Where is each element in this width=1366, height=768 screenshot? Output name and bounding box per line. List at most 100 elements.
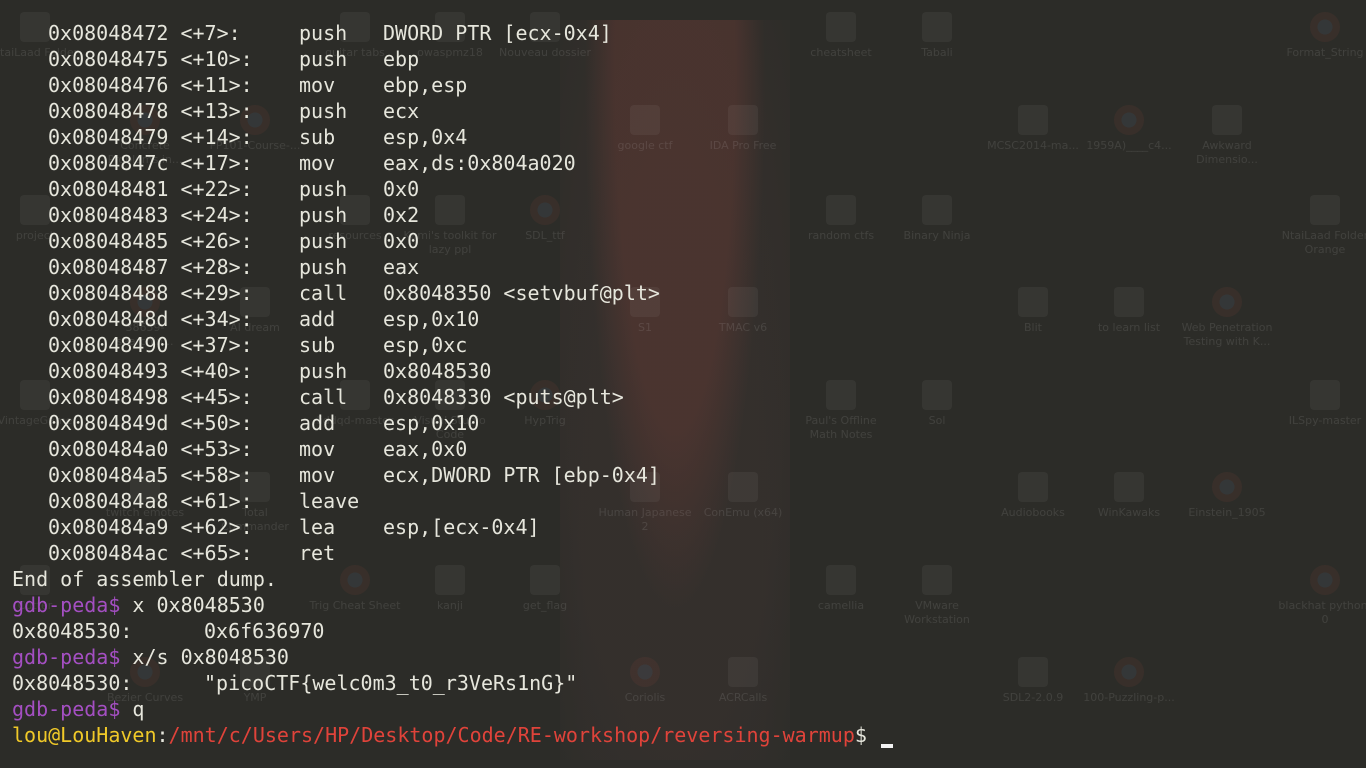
- asm-mnemonic: push: [299, 229, 348, 253]
- asm-operands: 0x0: [383, 229, 420, 253]
- asm-mnemonic: push: [299, 47, 348, 71]
- asm-operands: esp,[ecx-0x4]: [383, 515, 540, 539]
- gdb-prompt: gdb-peda$: [12, 697, 121, 721]
- asm-operands: eax,0x0: [383, 437, 468, 461]
- asm-address: 0x08048476 <+11>:: [48, 73, 253, 97]
- asm-operands: esp,0x4: [383, 125, 468, 149]
- asm-address: 0x080484a9 <+62>:: [48, 515, 253, 539]
- asm-mnemonic: leave: [299, 489, 360, 513]
- asm-mnemonic: call: [299, 385, 348, 409]
- asm-operands: ecx,DWORD PTR [ebp-0x4]: [383, 463, 660, 487]
- asm-operands: eax,ds:0x804a020: [383, 151, 576, 175]
- asm-address: 0x08048488 <+29>:: [48, 281, 253, 305]
- asm-line: 0x08048476 <+11>: mov ebp,esp: [0, 72, 1366, 98]
- shell-user-host: lou@LouHaven: [12, 723, 157, 747]
- asm-operands: ecx: [383, 99, 420, 123]
- asm-mnemonic: add: [299, 411, 336, 435]
- asm-line: 0x08048479 <+14>: sub esp,0x4: [0, 124, 1366, 150]
- asm-line: 0x080484a0 <+53>: mov eax,0x0: [0, 436, 1366, 462]
- gdb-command: q: [132, 697, 145, 721]
- asm-line: 0x08048472 <+7>: push DWORD PTR [ecx-0x4]: [0, 20, 1366, 46]
- asm-operands: eax: [383, 255, 420, 279]
- asm-line: 0x08048490 <+37>: sub esp,0xc: [0, 332, 1366, 358]
- terminal-window[interactable]: guitar tabs cheatsheet Format_String owaspm…: [0, 0, 1366, 768]
- asm-address: 0x080484a8 <+61>:: [48, 489, 253, 513]
- asm-address: 0x08048487 <+28>:: [48, 255, 253, 279]
- asm-address: 0x080484a0 <+53>:: [48, 437, 253, 461]
- asm-address: 0x080484a5 <+58>:: [48, 463, 253, 487]
- gdb-command-line: gdb-peda$ x/s 0x8048530: [0, 644, 1366, 670]
- asm-line: 0x0804847c <+17>: mov eax,ds:0x804a020: [0, 150, 1366, 176]
- shell-current-path: /mnt/c/Users/HP/Desktop/Code/RE-workshop…: [168, 723, 855, 747]
- asm-address: 0x08048493 <+40>:: [48, 359, 253, 383]
- gdb-command-line: gdb-peda$ x 0x8048530: [0, 592, 1366, 618]
- memory-output-line: 0x8048530: 0x6f636970: [0, 618, 1366, 644]
- asm-line: 0x08048493 <+40>: push 0x8048530: [0, 358, 1366, 384]
- asm-address: 0x08048472 <+7>:: [48, 21, 241, 45]
- asm-line: 0x08048498 <+45>: call 0x8048330 <puts@plt…: [0, 384, 1366, 410]
- text-cursor[interactable]: [880, 744, 893, 748]
- shell-prompt-line[interactable]: lou@LouHaven:/mnt/c/Users/HP/Desktop/Cod…: [0, 722, 1366, 748]
- asm-line: 0x080484a9 <+62>: lea esp,[ecx-0x4]: [0, 514, 1366, 540]
- terminal-output: 0x08048472 <+7>: push DWORD PTR [ecx-0x4] 0…: [0, 20, 1366, 748]
- asm-mnemonic: sub: [299, 333, 336, 357]
- shell-separator: :: [156, 723, 169, 747]
- flag-string: "picoCTF{welc0m3_t0_r3VeRs1nG}": [204, 671, 578, 695]
- asm-line: 0x080484a5 <+58>: mov ecx,DWORD PTR [ebp-0…: [0, 462, 1366, 488]
- asm-address: 0x08048475 <+10>:: [48, 47, 253, 71]
- gdb-prompt: gdb-peda$: [12, 645, 121, 669]
- memory-value: 0x6f636970: [204, 619, 325, 643]
- asm-mnemonic: add: [299, 307, 336, 331]
- shell-prompt-symbol: $: [854, 723, 867, 747]
- asm-mnemonic: push: [299, 177, 348, 201]
- asm-operands: esp,0x10: [383, 411, 480, 435]
- asm-line: 0x08048483 <+24>: push 0x2: [0, 202, 1366, 228]
- asm-operands: 0x0: [383, 177, 420, 201]
- asm-address: 0x08048479 <+14>:: [48, 125, 253, 149]
- asm-operands: 0x8048530: [383, 359, 492, 383]
- asm-mnemonic: push: [299, 359, 348, 383]
- asm-operands: DWORD PTR [ecx-0x4]: [383, 21, 612, 45]
- asm-mnemonic: mov: [299, 73, 336, 97]
- asm-address: 0x0804848d <+34>:: [48, 307, 253, 331]
- asm-line: 0x0804849d <+50>: add esp,0x10: [0, 410, 1366, 436]
- gdb-command-line: gdb-peda$ q: [0, 696, 1366, 722]
- asm-mnemonic: push: [299, 255, 348, 279]
- memory-address: 0x8048530:: [12, 619, 133, 643]
- asm-operands: 0x8048330 <puts@plt>: [383, 385, 624, 409]
- asm-address: 0x080484ac <+65>:: [48, 541, 253, 565]
- asm-operands: ebp: [383, 47, 420, 71]
- asm-mnemonic: lea: [299, 515, 336, 539]
- memory-address: 0x8048530:: [12, 671, 133, 695]
- asm-address: 0x08048485 <+26>:: [48, 229, 253, 253]
- gdb-command: x/s 0x8048530: [132, 645, 289, 669]
- asm-line: 0x08048481 <+22>: push 0x0: [0, 176, 1366, 202]
- asm-operands: ebp,esp: [383, 73, 468, 97]
- asm-address: 0x08048481 <+22>:: [48, 177, 253, 201]
- end-dump-message: End of assembler dump.: [12, 567, 277, 591]
- asm-mnemonic: ret: [299, 541, 336, 565]
- asm-mnemonic: push: [299, 21, 348, 45]
- asm-mnemonic: mov: [299, 437, 336, 461]
- asm-mnemonic: mov: [299, 463, 336, 487]
- string-output-line: 0x8048530: "picoCTF{welc0m3_t0_r3VeRs1nG}…: [0, 670, 1366, 696]
- asm-mnemonic: sub: [299, 125, 336, 149]
- gdb-command: x 0x8048530: [132, 593, 265, 617]
- asm-line: 0x08048478 <+13>: push ecx: [0, 98, 1366, 124]
- end-dump-line: End of assembler dump.: [0, 566, 1366, 592]
- asm-operands: esp,0xc: [383, 333, 468, 357]
- asm-address: 0x08048498 <+45>:: [48, 385, 253, 409]
- asm-operands: 0x8048350 <setvbuf@plt>: [383, 281, 660, 305]
- asm-mnemonic: push: [299, 203, 348, 227]
- asm-line: 0x08048488 <+29>: call 0x8048350 <setvbuf@…: [0, 280, 1366, 306]
- disassembly-listing: 0x08048472 <+7>: push DWORD PTR [ecx-0x4] 0…: [0, 20, 1366, 566]
- asm-line: 0x08048485 <+26>: push 0x0: [0, 228, 1366, 254]
- asm-line: 0x080484a8 <+61>: leave: [0, 488, 1366, 514]
- asm-address: 0x08048483 <+24>:: [48, 203, 253, 227]
- asm-operands: esp,0x10: [383, 307, 480, 331]
- asm-address: 0x08048490 <+37>:: [48, 333, 253, 357]
- asm-operands: 0x2: [383, 203, 420, 227]
- asm-mnemonic: mov: [299, 151, 336, 175]
- asm-address: 0x0804847c <+17>:: [48, 151, 253, 175]
- asm-mnemonic: push: [299, 99, 348, 123]
